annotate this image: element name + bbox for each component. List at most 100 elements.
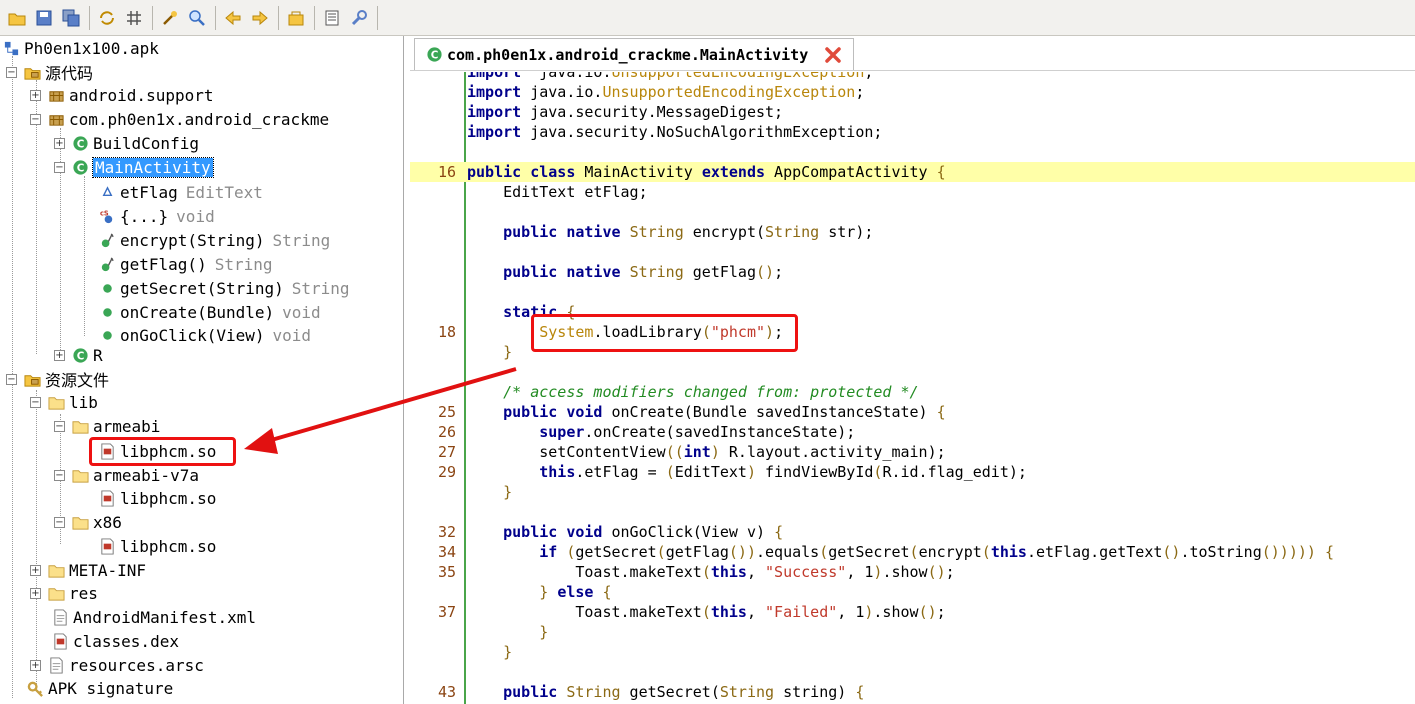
tree-file-classes[interactable]: classes.dex — [51, 629, 179, 653]
tree-folder-res[interactable]: + res — [30, 581, 98, 605]
code-token: getSecret( — [620, 683, 720, 701]
code-token: () — [1162, 543, 1181, 561]
class-icon: C — [71, 134, 89, 152]
tree-member-oncreate[interactable]: onCreate(Bundle) void — [98, 300, 321, 324]
code-text: } — [467, 642, 512, 662]
expand-toggle[interactable]: + — [30, 587, 41, 599]
log-icon[interactable] — [321, 7, 343, 29]
field-icon — [98, 183, 116, 201]
expand-toggle[interactable]: + — [30, 564, 41, 576]
code-token: ; — [945, 563, 955, 581]
tree-package-main[interactable]: − com.ph0en1x.android_crackme — [30, 107, 329, 131]
tree-class-mainactivity[interactable]: − C MainActivity — [54, 155, 214, 179]
tree-apk-root[interactable]: Ph0en1x100.apk — [2, 36, 159, 60]
class-icon: C — [71, 346, 89, 364]
tree-class-buildconfig[interactable]: + C BuildConfig — [54, 131, 199, 155]
expand-toggle[interactable]: + — [54, 349, 65, 361]
tree-folder-armeabi-v7a[interactable]: − armeabi-v7a — [54, 463, 199, 487]
tree-label: res — [69, 583, 98, 603]
close-icon[interactable] — [824, 46, 842, 64]
tree-member-static-init[interactable]: cS {...} void — [98, 204, 214, 228]
tree-label: BuildConfig — [93, 133, 199, 153]
wand-icon[interactable] — [159, 7, 181, 29]
collapse-toggle[interactable]: − — [6, 373, 17, 385]
tree-file-manifest[interactable]: AndroidManifest.xml — [51, 605, 256, 629]
forward-icon[interactable] — [249, 7, 271, 29]
tree-folder-armeabi[interactable]: − armeabi — [54, 414, 160, 438]
member-name: encrypt(String) — [120, 230, 265, 250]
code-token: this — [539, 463, 576, 481]
save-icon[interactable] — [33, 7, 55, 29]
line-number: 32 — [437, 523, 456, 541]
code-token: getSecret — [828, 543, 910, 561]
tab-mainactivity[interactable]: C com.ph0en1x.android_crackme.MainActivi… — [414, 38, 854, 70]
expand-toggle[interactable]: + — [30, 659, 41, 671]
grid-icon[interactable] — [123, 7, 145, 29]
tree-member-getsecret[interactable]: getSecret(String) String — [98, 276, 350, 300]
sync-icon[interactable] — [96, 7, 118, 29]
save-all-icon[interactable] — [60, 7, 82, 29]
line-number: 37 — [437, 603, 456, 621]
file-icon — [47, 656, 65, 674]
code-area[interactable]: import java.io.UnsupportedEncodingExcept… — [410, 72, 1415, 704]
member-type: void — [282, 302, 321, 322]
tree-class-r[interactable]: + C R — [54, 343, 103, 367]
code-line: import java.security.NoSuchAlgorithmExce… — [410, 122, 1415, 142]
collapse-toggle[interactable]: − — [54, 516, 65, 528]
code-token: super — [539, 423, 585, 441]
collapse-toggle[interactable]: − — [54, 420, 65, 432]
collapse-toggle[interactable]: − — [30, 396, 41, 408]
tree-member-ongoclick[interactable]: onGoClick(View) void — [98, 323, 311, 347]
code-token: Toast.makeText — [467, 603, 702, 621]
collapse-toggle[interactable]: − — [54, 469, 65, 481]
tree-label: armeabi — [93, 416, 161, 436]
code-token: () — [756, 263, 775, 281]
code-token: .equals — [756, 543, 820, 561]
expand-toggle[interactable]: + — [54, 137, 65, 149]
expand-toggle[interactable]: + — [30, 89, 41, 101]
tree-member-encrypt[interactable]: encrypt(String) String — [98, 228, 330, 252]
tree-label: armeabi-v7a — [93, 465, 199, 485]
tree-member-field[interactable]: etFlag EditText — [98, 180, 263, 204]
tree-label: com.ph0en1x.android_crackme — [69, 109, 330, 129]
code-token: "Failed" — [765, 603, 838, 621]
tree-folder-x86[interactable]: − x86 — [54, 510, 122, 534]
so-file-icon — [98, 537, 116, 555]
tree-member-getflag[interactable]: getFlag() String — [98, 252, 273, 276]
code-token: setContentView — [467, 443, 666, 461]
tree-folder-lib[interactable]: − lib — [30, 390, 98, 414]
code-token: "Success" — [765, 563, 847, 581]
code-line: import java.security.MessageDigest; — [410, 102, 1415, 122]
code-token: EditText — [674, 463, 747, 481]
export-icon[interactable] — [285, 7, 307, 29]
tree-source-code[interactable]: − 源代码 — [6, 60, 93, 84]
tree-package-support[interactable]: + android.support — [30, 83, 214, 107]
code-line: 35 Toast.makeText(this, "Success", 1).sh… — [410, 562, 1415, 582]
open-icon[interactable] — [6, 7, 28, 29]
tree-file-arsc[interactable]: + resources.arsc — [30, 653, 204, 677]
search-icon[interactable] — [186, 7, 208, 29]
code-token: () — [918, 603, 937, 621]
code-token: } — [539, 623, 549, 641]
tree-file-libphcm-v7a[interactable]: libphcm.so — [98, 486, 216, 510]
back-icon[interactable] — [222, 7, 244, 29]
tree-file-libphcm-x86[interactable]: libphcm.so — [98, 534, 216, 558]
collapse-toggle[interactable]: − — [6, 66, 17, 78]
tree-apk-signature[interactable]: APK signature — [26, 676, 173, 700]
collapse-toggle[interactable]: − — [30, 113, 41, 125]
code-token: , 1 — [846, 563, 874, 581]
collapse-toggle[interactable]: − — [54, 161, 65, 173]
tree-folder-meta-inf[interactable]: + META-INF — [30, 558, 146, 582]
settings-icon[interactable] — [348, 7, 370, 29]
tree-resources[interactable]: − 资源文件 — [6, 367, 109, 391]
folder-icon — [71, 513, 89, 531]
